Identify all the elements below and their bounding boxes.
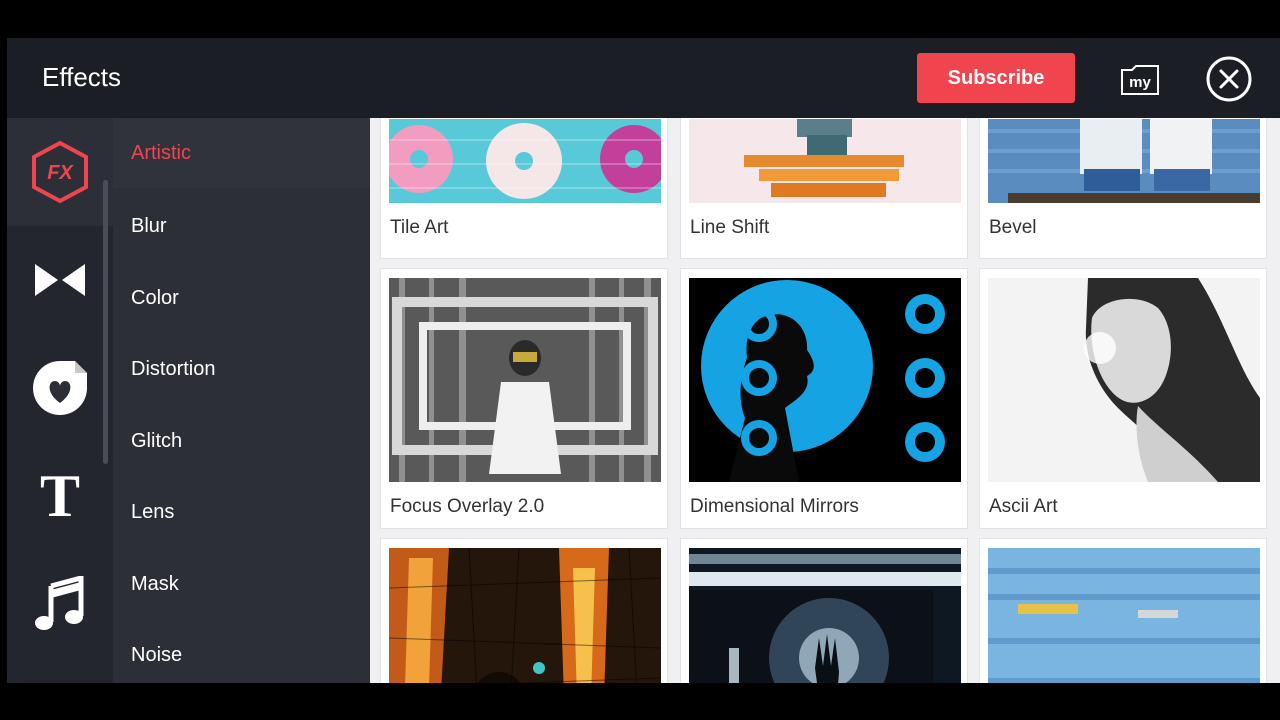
effect-label: Tile Art [390,217,449,238]
effect-thumbnail [689,119,961,203]
category-distortion[interactable]: Distortion [113,334,370,404]
effect-thumbnail [689,278,961,482]
tool-rail: FX T [7,118,113,683]
effect-label: Dimensional Mirrors [690,496,859,517]
fx-icon: FX [32,140,88,204]
close-button[interactable] [1206,56,1252,102]
my-library-button[interactable]: my [1120,62,1160,96]
music-icon [35,576,84,630]
effect-thumbnail [389,278,661,482]
category-color[interactable]: Color [113,263,370,333]
effect-card-line-shift[interactable]: Line Shift [680,118,968,259]
category-list: Artistic Blur Color Distortion Glitch Le… [103,118,370,683]
category-blur[interactable]: Blur [113,191,370,261]
effect-card-dimensional-mirrors[interactable]: Dimensional Mirrors [680,268,968,529]
transition-icon [35,264,85,296]
page-title: Effects [42,62,122,92]
effect-thumbnail [689,548,961,683]
category-noise[interactable]: Noise [113,620,370,683]
effect-card-bevel[interactable]: Bevel [979,118,1267,259]
rail-item-text[interactable]: T [7,442,113,550]
my-folder-icon: my [1121,65,1159,95]
category-mask[interactable]: Mask [113,549,370,619]
category-artistic[interactable]: Artistic [113,118,370,188]
effect-thumbnail [389,548,661,683]
effect-label: Focus Overlay 2.0 [390,496,545,517]
effects-screen: Effects Subscribe my FX T Artistic Blur … [7,38,1280,683]
rail-item-stickers[interactable] [7,334,113,442]
svg-text:FX: FX [47,162,74,184]
effect-label: Bevel [989,217,1037,238]
effect-thumbnail [988,548,1260,683]
effect-label: Line Shift [690,217,770,238]
svg-text:my: my [1129,74,1151,91]
effect-card-tile-art[interactable]: Tile Art [380,118,668,259]
close-icon [1206,56,1252,102]
rail-item-transitions[interactable] [7,226,113,334]
effect-card-ascii-art[interactable]: Ascii Art [979,268,1267,529]
text-icon: T [39,463,81,529]
effect-thumbnail [988,278,1260,482]
effect-label: Ascii Art [989,496,1058,517]
header-bar: Effects Subscribe my [7,38,1280,118]
subscribe-button[interactable]: Subscribe [917,53,1075,103]
effects-grid: Tile Art Line Shift Bevel Focus Overlay … [370,118,1280,683]
category-lens[interactable]: Lens [113,477,370,547]
category-scroll-indicator[interactable] [103,180,108,464]
effect-thumbnail [389,119,661,203]
category-glitch[interactable]: Glitch [113,406,370,476]
effect-card-light-glitch[interactable] [680,538,968,683]
sticker-icon [33,361,87,415]
rail-item-music[interactable] [7,550,113,658]
effect-card-focus-overlay[interactable]: Focus Overlay 2.0 [380,268,668,529]
rail-item-effects[interactable]: FX [7,118,113,226]
effect-card-stained-glass[interactable] [380,538,668,683]
effect-card-pixel-sea[interactable] [979,538,1267,683]
effect-thumbnail [988,119,1260,203]
